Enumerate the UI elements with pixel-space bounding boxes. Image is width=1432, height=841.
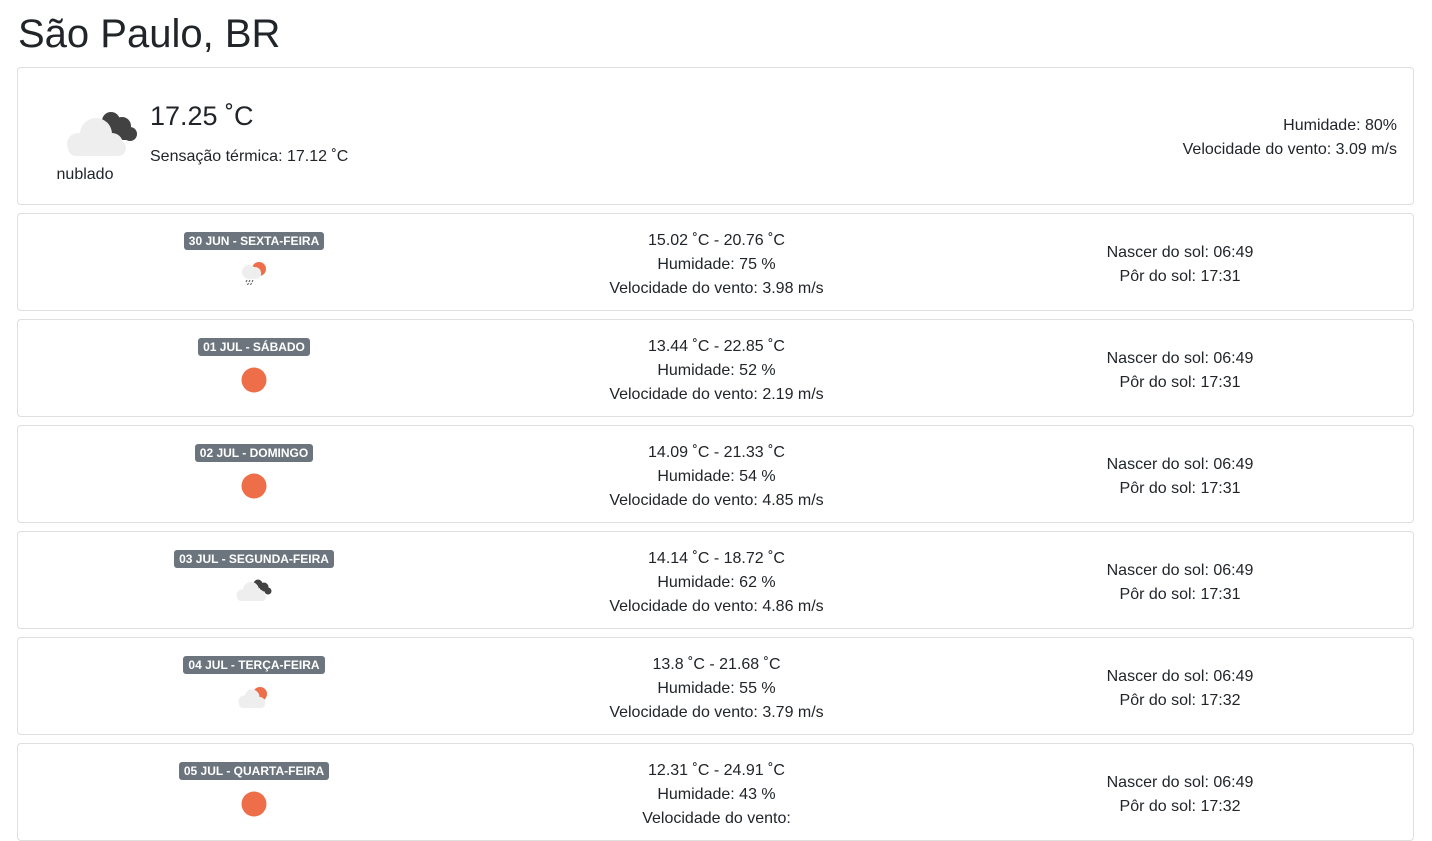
- date-badge: 03 JUL - SEGUNDA-FEIRA: [174, 550, 334, 568]
- sunrise: Nascer do sol: 06:49: [1106, 244, 1254, 261]
- sunrise: Nascer do sol: 06:49: [1106, 456, 1254, 473]
- forecast-date-block: 03 JUL - SEGUNDA-FEIRA: [18, 550, 490, 603]
- sunrise: Nascer do sol: 06:49: [1106, 350, 1254, 367]
- temp-range: 15.02 ˚C - 20.76 ˚C: [648, 232, 785, 249]
- sunset: Pôr do sol: 17:31: [1119, 480, 1241, 497]
- current-temperature: 17.25 ˚C: [150, 101, 254, 131]
- sun-times: Nascer do sol: 06:49 Pôr do sol: 17:32: [1040, 771, 1320, 819]
- forecast-date-block: 01 JUL - SÁBADO: [18, 338, 490, 395]
- sun-times: Nascer do sol: 06:49 Pôr do sol: 17:32: [1040, 665, 1320, 713]
- date-badge: 30 JUN - SEXTA-FEIRA: [183, 232, 325, 250]
- temp-range: 12.31 ˚C - 24.91 ˚C: [648, 762, 785, 779]
- forecast-stats: 13.44 ˚C - 22.85 ˚C Humidade: 52 % Veloc…: [490, 335, 943, 407]
- temp-range: 14.09 ˚C - 21.33 ˚C: [648, 444, 785, 461]
- forecast-day-card: 04 JUL - TERÇA-FEIRA 13.8 ˚C - 21.68 ˚C …: [17, 637, 1414, 735]
- forecast-stats: 14.09 ˚C - 21.33 ˚C Humidade: 54 % Veloc…: [490, 441, 943, 513]
- sunset: Pôr do sol: 17:32: [1119, 798, 1241, 815]
- current-weather-card: nublado 17.25 ˚C Sensação térmica: 17.12…: [17, 67, 1414, 205]
- humidity: Humidade: 62 %: [657, 574, 776, 591]
- partly-cloudy-icon: [238, 687, 267, 708]
- sun-times: Nascer do sol: 06:49 Pôr do sol: 17:31: [1040, 241, 1320, 289]
- sunrise: Nascer do sol: 06:49: [1106, 562, 1254, 579]
- forecast-stats: 13.8 ˚C - 21.68 ˚C Humidade: 55 % Veloci…: [490, 653, 943, 725]
- current-details: Humidade: 80% Velocidade do vento: 3.09 …: [1183, 114, 1397, 162]
- wind-speed: Velocidade do vento: 3.98 m/s: [609, 280, 824, 297]
- cloudy-icon: [67, 112, 137, 156]
- city-title: São Paulo, BR: [18, 12, 281, 56]
- temp-range: 13.44 ˚C - 22.85 ˚C: [648, 338, 785, 355]
- current-condition: nublado: [56, 166, 114, 183]
- sun-times: Nascer do sol: 06:49 Pôr do sol: 17:31: [1040, 453, 1320, 501]
- sun-times: Nascer do sol: 06:49 Pôr do sol: 17:31: [1040, 559, 1320, 607]
- forecast-stats: 15.02 ˚C - 20.76 ˚C Humidade: 75 % Veloc…: [490, 229, 943, 301]
- humidity: Humidade: 52 %: [657, 362, 776, 379]
- sun-icon: [241, 791, 267, 817]
- forecast-stats: 14.14 ˚C - 18.72 ˚C Humidade: 62 % Veloc…: [490, 547, 943, 619]
- wind-speed: Velocidade do vento: 3.79 m/s: [609, 704, 824, 721]
- wind-speed: Velocidade do vento:: [642, 810, 791, 827]
- wind-speed: Velocidade do vento: 4.86 m/s: [609, 598, 824, 615]
- date-badge: 01 JUL - SÁBADO: [198, 338, 310, 356]
- feels-like: Sensação térmica: 17.12 ˚C: [150, 148, 349, 165]
- forecast-date-block: 02 JUL - DOMINGO: [18, 444, 490, 501]
- cloudy-icon: [236, 579, 272, 601]
- humidity: Humidade: 55 %: [657, 680, 776, 697]
- date-badge: 05 JUL - QUARTA-FEIRA: [178, 762, 330, 780]
- humidity: Humidade: 75 %: [657, 256, 776, 273]
- humidity: Humidade: 43 %: [657, 786, 776, 803]
- forecast-day-card: 03 JUL - SEGUNDA-FEIRA 14.14 ˚C - 18.72 …: [17, 531, 1414, 629]
- sun-icon: [241, 367, 267, 393]
- sunrise: Nascer do sol: 06:49: [1106, 774, 1254, 791]
- current-wind: Velocidade do vento: 3.09 m/s: [1182, 141, 1397, 158]
- sunset: Pôr do sol: 17:31: [1119, 374, 1241, 391]
- forecast-date-block: 30 JUN - SEXTA-FEIRA: [18, 232, 490, 285]
- temp-range: 13.8 ˚C - 21.68 ˚C: [652, 656, 781, 673]
- sunset: Pôr do sol: 17:32: [1119, 692, 1241, 709]
- sunset: Pôr do sol: 17:31: [1119, 268, 1241, 285]
- forecast-date-block: 05 JUL - QUARTA-FEIRA: [18, 762, 490, 819]
- forecast-day-card: 01 JUL - SÁBADO 13.44 ˚C - 22.85 ˚C Humi…: [17, 319, 1414, 417]
- sun-icon: [241, 473, 267, 499]
- forecast-date-block: 04 JUL - TERÇA-FEIRA: [18, 656, 490, 709]
- sunset: Pôr do sol: 17:31: [1119, 586, 1241, 603]
- temp-range: 14.14 ˚C - 18.72 ˚C: [648, 550, 785, 567]
- date-badge: 02 JUL - DOMINGO: [194, 444, 314, 462]
- wind-speed: Velocidade do vento: 2.19 m/s: [609, 386, 824, 403]
- forecast-day-card: 30 JUN - SEXTA-FEIRA 15.02 ˚C - 20.76 ˚C…: [17, 213, 1414, 311]
- forecast-day-card: 02 JUL - DOMINGO 14.09 ˚C - 21.33 ˚C Hum…: [17, 425, 1414, 523]
- current-humidity: Humidade: 80%: [1283, 117, 1397, 134]
- sun-rain-icon: [242, 262, 266, 285]
- wind-speed: Velocidade do vento: 4.85 m/s: [609, 492, 824, 509]
- forecast-day-card: 05 JUL - QUARTA-FEIRA 12.31 ˚C - 24.91 ˚…: [17, 743, 1414, 841]
- sun-times: Nascer do sol: 06:49 Pôr do sol: 17:31: [1040, 347, 1320, 395]
- humidity: Humidade: 54 %: [657, 468, 776, 485]
- forecast-stats: 12.31 ˚C - 24.91 ˚C Humidade: 43 % Veloc…: [490, 759, 943, 831]
- sunrise: Nascer do sol: 06:49: [1106, 668, 1254, 685]
- date-badge: 04 JUL - TERÇA-FEIRA: [183, 656, 325, 674]
